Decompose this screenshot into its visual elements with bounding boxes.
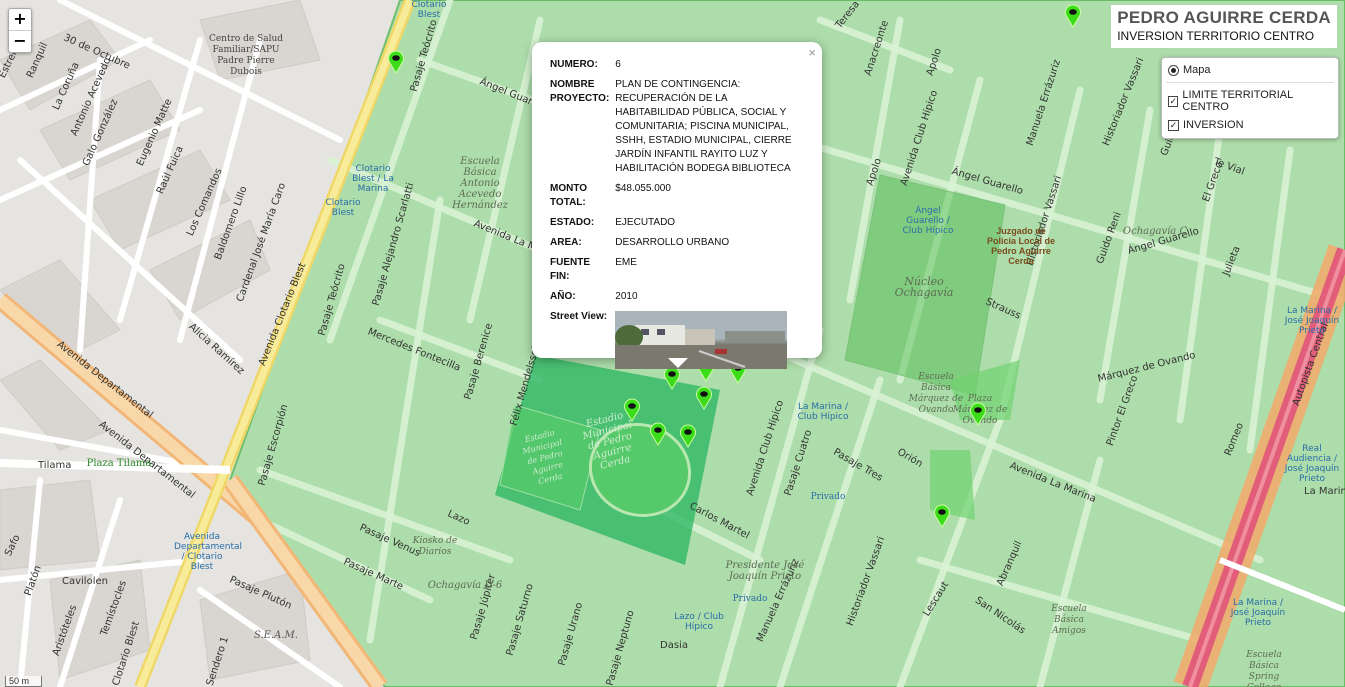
street-label: Dasia: [660, 640, 688, 651]
map-title-box: PEDRO AGUIRRE CERDA INVERSION TERRITORIO…: [1111, 5, 1337, 48]
field-key: AREA:: [550, 237, 582, 248]
investment-marker-icon[interactable]: [679, 424, 697, 448]
bus-stop-label: La Marina / José Joaquín Prieto: [1284, 306, 1340, 336]
bus-stop-label: Clotario Blest: [411, 0, 447, 20]
field-value: 6: [615, 59, 621, 70]
overlay-label: INVERSION: [1183, 119, 1244, 131]
close-icon[interactable]: ×: [808, 45, 816, 60]
project-field-row: NOMBRE PROYECTO: PLAN DE CONTINGENCIA: RE…: [548, 76, 798, 180]
project-field-row: AREA: DESARROLLO URBANO: [548, 234, 798, 254]
field-key: FUENTE FIN:: [550, 257, 590, 282]
investment-marker-icon[interactable]: [695, 386, 713, 410]
investment-marker-icon[interactable]: [969, 402, 987, 426]
radio-button[interactable]: [1168, 64, 1179, 76]
map-subtitle: INVERSION TERRITORIO CENTRO: [1117, 29, 1315, 43]
place-label: Ochagavía D-6: [427, 580, 503, 591]
project-details-table: NUMERO: 6 NOMBRE PROYECTO: PLAN DE CONTINGE…: [548, 56, 798, 373]
field-value: EJECUTADO: [615, 217, 676, 228]
parking-label: Privado: [810, 492, 846, 502]
field-key: ESTADO:: [550, 217, 595, 228]
overlay-option-limite[interactable]: ✓ LIMITE TERRITORIAL CENTRO: [1162, 86, 1338, 116]
place-label: Núcleo Ochagavía: [894, 275, 954, 299]
field-value: PLAN DE CONTINGENCIA: RECUPERACIÓN DE LA…: [615, 79, 792, 174]
field-value: EME: [615, 257, 637, 268]
project-info-popup: × NUMERO: 6 NOMBRE PROYECTO: PLAN DE CONTIN…: [532, 42, 822, 369]
bus-stop-label: Real Audiencia / José Joaquín Prieto: [1284, 444, 1340, 484]
place-label: Presidente José Joaquín Prieto: [725, 560, 805, 582]
field-value: $48.055.000: [615, 183, 671, 194]
layer-divider: [1166, 82, 1334, 83]
project-field-row: FUENTE FIN: EME: [548, 254, 798, 288]
street-view-image: [615, 311, 788, 369]
school-label: Escuela Básica Antonio Acevedo Hernández: [452, 156, 508, 211]
investment-marker-icon[interactable]: [1064, 4, 1082, 28]
court-label: Juzgado de Policía Local de Pedro Aguirr…: [986, 226, 1056, 266]
bus-stop-label: Lazo / Club Hípico: [674, 612, 724, 632]
popup-tip: [668, 358, 688, 368]
overlay-option-inversion[interactable]: ✓ INVERSION: [1162, 116, 1338, 134]
layer-control: Mapa ✓ LIMITE TERRITORIAL CENTRO ✓ INVER…: [1161, 57, 1339, 139]
checkbox-checked-icon[interactable]: ✓: [1168, 95, 1179, 107]
place-label: Kiosko de Diarios: [412, 536, 458, 557]
investment-marker-icon[interactable]: [933, 504, 951, 528]
bus-stop-label: Clotario Blest: [325, 198, 361, 218]
zoom-control: + −: [8, 8, 32, 53]
scale-bar: 50 m: [5, 676, 43, 687]
map-title: PEDRO AGUIRRE CERDA: [1117, 8, 1331, 27]
overlay-label: LIMITE TERRITORIAL CENTRO: [1182, 89, 1293, 113]
project-field-row: ESTADO: EJECUTADO: [548, 214, 798, 234]
investment-marker-icon[interactable]: [387, 50, 405, 74]
field-value: 2010: [615, 291, 638, 302]
bus-stop-label: La Marina / Club Hípico: [797, 402, 849, 422]
park-label: Plaza Tilama: [86, 458, 152, 469]
bus-stop-label: Clotario Blest / La Marina: [352, 164, 394, 194]
base-layer-label: Mapa: [1183, 64, 1211, 76]
field-key: NOMBRE PROYECTO:: [550, 79, 610, 104]
field-key: Street View:: [550, 311, 608, 322]
parking-label: Privado: [732, 594, 768, 604]
field-key: NUMERO:: [550, 59, 598, 70]
bus-stop-label: Ángel Guarello / Club Hípico: [902, 206, 954, 236]
place-label: Ochagavía C: [1122, 226, 1188, 237]
base-layer-option[interactable]: Mapa: [1162, 61, 1338, 79]
street-view-thumbnail[interactable]: [615, 311, 788, 369]
street-label: La Marina: [1304, 486, 1345, 497]
place-label: S.E.A.M.: [254, 630, 298, 641]
field-key: AÑO:: [550, 291, 576, 302]
project-field-row: MONTO TOTAL: $48.055.000: [548, 180, 798, 214]
checkbox-checked-icon[interactable]: ✓: [1168, 119, 1179, 131]
health-center-label: Centro de Salud Familiar/SAPU Padre Pier…: [208, 34, 284, 77]
school-label: Escuela Básica Amigos: [1051, 604, 1087, 636]
street-label: Cavilolen: [62, 576, 108, 587]
bus-stop-label: Avenida Departamental / Clotario Blest: [174, 532, 242, 572]
school-label: Escuela Básica Spring College Escuela: [1246, 650, 1282, 687]
investment-marker-icon[interactable]: [623, 398, 641, 422]
project-field-row: NUMERO: 6: [548, 56, 798, 76]
field-value: DESARROLLO URBANO: [615, 237, 730, 248]
bus-stop-label: La Marina / José Joaquín Prieto: [1230, 598, 1286, 628]
zoom-in-button[interactable]: +: [9, 9, 31, 31]
street-label: Tilama: [38, 460, 72, 471]
field-key: MONTO TOTAL:: [550, 183, 588, 208]
project-field-row: AÑO: 2010: [548, 288, 798, 308]
zoom-out-button[interactable]: −: [9, 31, 31, 52]
investment-marker-icon[interactable]: [649, 422, 667, 446]
